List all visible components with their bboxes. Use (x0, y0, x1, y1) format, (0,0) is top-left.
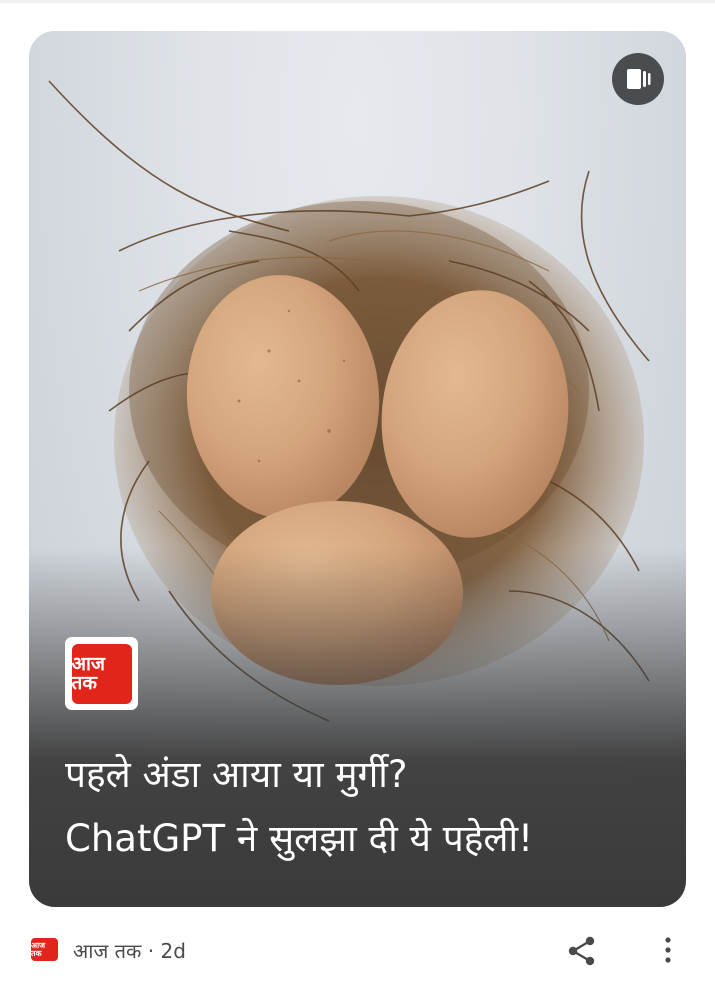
more-vert-icon (665, 937, 671, 963)
share-icon (568, 936, 595, 966)
headline-line-2: ChatGPT ने सुलझा दी ये पहेली! (65, 817, 533, 860)
source-logo-text: आज तक (31, 940, 46, 958)
web-stories-icon (627, 69, 651, 89)
news-card[interactable]: आज तक पहले अंडा आया या मुर्गी? ChatGPT न… (29, 31, 686, 907)
publisher-logo-text: आज तक (71, 652, 106, 694)
headline-line-1: पहले अंडा आया या मुर्गी? (65, 753, 408, 796)
source-and-age[interactable]: आज तक · 2d (73, 937, 186, 964)
card-headline[interactable]: पहले अंडा आया या मुर्गी? ChatGPT ने सुलझ… (65, 743, 665, 871)
share-button[interactable] (565, 934, 599, 968)
source-logo: आज तक (31, 938, 58, 961)
top-divider (0, 0, 715, 3)
web-stories-button[interactable] (612, 53, 664, 105)
publisher-logo: आज तक (65, 637, 138, 710)
more-options-button[interactable] (656, 934, 680, 968)
card-footer: आज तक आज तक · 2d (0, 920, 715, 980)
aaj-tak-logo-mark: आज तक (71, 643, 132, 704)
